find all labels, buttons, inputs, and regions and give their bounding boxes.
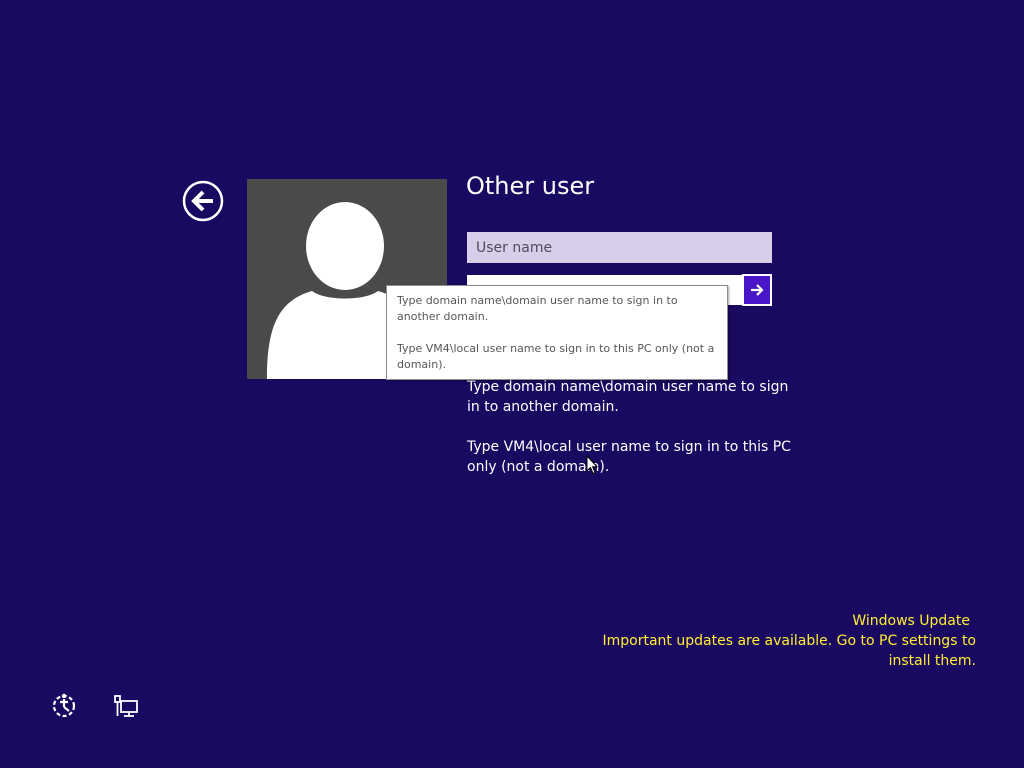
right-arrow-icon <box>751 284 764 296</box>
page-title: Other user <box>466 172 595 200</box>
lock-screen: Other user Type domain name\domain user … <box>0 0 1024 768</box>
network-icon[interactable] <box>114 693 140 719</box>
submit-button[interactable] <box>742 274 772 306</box>
windows-update-notice[interactable]: Windows Update Important updates are ava… <box>596 611 976 671</box>
tooltip-local-text: Type VM4\local user name to sign in to t… <box>397 342 715 371</box>
back-button[interactable] <box>182 180 224 222</box>
hint-domain-text: Type domain name\domain user name to sig… <box>467 379 789 415</box>
ease-of-access-glyph <box>52 693 76 718</box>
username-input[interactable] <box>467 232 772 263</box>
sign-in-hint: Type domain name\domain user name to sig… <box>467 377 792 477</box>
hint-local-text: Type VM4\local user name to sign in to t… <box>467 439 791 475</box>
back-arrow-icon <box>182 180 224 222</box>
update-notice-title: Windows Update <box>852 613 970 629</box>
tooltip-domain-text: Type domain name\domain user name to sig… <box>397 294 678 323</box>
tooltip: Type domain name\domain user name to sig… <box>386 285 728 380</box>
ease-of-access-icon[interactable] <box>50 692 78 720</box>
update-notice-message: Important updates are available. Go to P… <box>602 633 976 669</box>
network-glyph <box>114 695 138 717</box>
